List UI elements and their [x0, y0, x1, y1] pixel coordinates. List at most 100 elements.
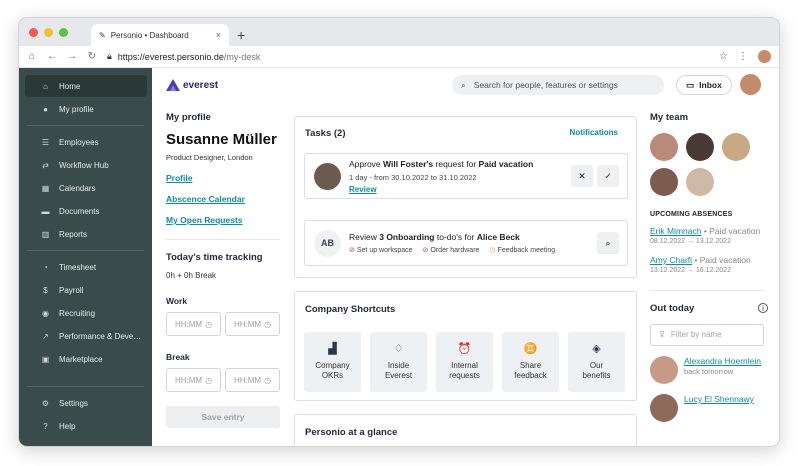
sidebar: ⌂ Home ● My profile ☰ Employees ⇄ Workflow Hub ▦…	[19, 68, 152, 446]
sidebar-item-workflow-hub[interactable]: ⇄ Workflow Hub	[25, 154, 147, 176]
person-icon: ●	[43, 104, 48, 114]
sidebar-item-calendars[interactable]: ▦ Calendars	[25, 177, 147, 199]
alice-beck-avatar: AB	[314, 229, 341, 257]
clock-icon: ◷	[264, 319, 272, 329]
home-icon: ⌂	[43, 81, 48, 91]
global-search[interactable]: ⌕ Search for people, features or setting…	[452, 75, 664, 95]
reload-icon[interactable]: ↻	[87, 51, 97, 62]
sidebar-item-settings[interactable]: ⚙ Settings	[25, 392, 147, 414]
close-window-button[interactable]	[29, 28, 38, 37]
alert-icon: ⊘	[349, 247, 355, 254]
inbox-button[interactable]: ▭ Inbox	[676, 75, 732, 95]
profile-heading: My profile	[166, 112, 211, 123]
inbox-label: Inbox	[699, 80, 722, 90]
sidebar-item-performance-deve[interactable]: ↗ Performance & Deve…	[25, 325, 147, 347]
browser-menu-icon[interactable]: ⋮	[738, 51, 748, 62]
maximize-window-button[interactable]	[59, 28, 68, 37]
sidebar-item-my-profile[interactable]: ● My profile	[25, 98, 147, 120]
team-member-avatar[interactable]	[650, 133, 678, 161]
view-todos-button[interactable]: ⌕	[597, 232, 619, 254]
shortcut-label-line2: OKRs	[321, 371, 344, 381]
everest-logo[interactable]: everest	[166, 79, 218, 91]
filter-icon: ⊽	[659, 330, 665, 340]
sidebar-item-label: Payroll	[59, 285, 84, 295]
filter-placeholder: Filter by name	[670, 330, 722, 340]
filter-by-name-input[interactable]: ⊽ Filter by name	[650, 323, 764, 346]
team-member-avatar[interactable]	[650, 168, 678, 196]
browser-profile-avatar[interactable]	[758, 50, 771, 63]
tab-close-icon[interactable]: ×	[216, 30, 221, 40]
team-member-avatar[interactable]	[686, 133, 714, 161]
sidebar-item-timesheet[interactable]: ◔ Timesheet	[25, 256, 147, 278]
task1-mid: request for	[433, 158, 479, 169]
performance-icon: ↗	[42, 331, 49, 341]
shortcut-inside-everest[interactable]: ♢ Inside Everest	[370, 332, 427, 392]
check-icon: ✓	[604, 170, 612, 181]
new-tab-button[interactable]: +	[237, 27, 245, 43]
divider	[166, 239, 280, 240]
people-icon: ☰	[41, 137, 50, 147]
work-end-input[interactable]: HH:MM ◷	[225, 312, 280, 336]
out-today-person: Alexandra Hoernlein back tomorrow	[650, 355, 768, 384]
upcoming-absences-heading: UPCOMING ABSENCES	[650, 211, 733, 218]
save-entry-button[interactable]: Save entry	[166, 406, 280, 428]
work-start-input[interactable]: HH:MM ◷	[166, 312, 221, 336]
person-avatar[interactable]	[650, 355, 678, 384]
forward-icon[interactable]: →	[67, 51, 77, 62]
break-end-input[interactable]: HH:MM ◷	[225, 368, 280, 392]
sidebar-item-reports[interactable]: ▥ Reports	[25, 223, 147, 245]
tab-title: Personio • Dashboard	[110, 30, 189, 40]
shortcut-our-benefits[interactable]: ◈ Our benefits	[568, 332, 625, 392]
notifications-link[interactable]: Notifications	[570, 128, 618, 139]
shortcut-internal-requests[interactable]: ⏰ Internal requests	[436, 332, 493, 392]
todo-chip-label: Feedback meeting	[497, 247, 556, 254]
open-requests-link[interactable]: My Open Requests	[166, 215, 286, 225]
personio-glance-card: Personio at a glance	[294, 414, 637, 446]
person-avatar[interactable]	[650, 393, 678, 422]
break-start-input[interactable]: HH:MM ◷	[166, 368, 221, 392]
user-avatar[interactable]	[740, 74, 761, 95]
sidebar-item-marketplace[interactable]: ▣ Marketplace	[25, 348, 147, 370]
sidebar-item-recruiting[interactable]: ◉ Recruiting	[25, 302, 147, 324]
person-name-link[interactable]: Lucy El Shennawy	[684, 394, 754, 405]
sidebar-item-label: Documents	[59, 206, 100, 216]
shortcut-share-feedback[interactable]: ♊ Share feedback	[502, 332, 559, 392]
address-field[interactable]: 🔒︎ https://everest.personio.de/my-desk	[107, 51, 709, 62]
sidebar-item-payroll[interactable]: $ Payroll	[25, 279, 147, 301]
sidebar-item-home[interactable]: ⌂ Home	[25, 75, 147, 97]
sidebar-item-help[interactable]: ? Help	[25, 415, 147, 437]
absence-calendar-link[interactable]: Abscence Calendar	[166, 194, 286, 204]
calendar-icon: ▦	[41, 183, 50, 193]
sidebar-item-documents[interactable]: ▬ Documents	[25, 200, 147, 222]
absence-person-link[interactable]: Amy Charfi	[650, 255, 692, 265]
sidebar-item-employees[interactable]: ☰ Employees	[25, 131, 147, 153]
bookmark-star-icon[interactable]: ☆	[719, 51, 728, 62]
history-icon[interactable]: ⌂	[27, 51, 37, 62]
team-member-avatar[interactable]	[686, 168, 714, 196]
profile-link[interactable]: Profile	[166, 173, 286, 183]
task2-mid: to-do's for	[434, 232, 477, 242]
absence-person-link[interactable]: Erik Mimnach	[650, 226, 701, 236]
team-member-avatar[interactable]	[722, 133, 750, 161]
reject-button[interactable]: ✕	[571, 165, 593, 187]
break-end-placeholder: HH:MM	[233, 375, 262, 385]
url-bar: ⌂ ← → ↻ 🔒︎ https://everest.personio.de/m…	[19, 46, 779, 68]
shortcut-company-okrs[interactable]: ▟ Company OKRs	[304, 332, 361, 392]
shortcut-label-line1: Inside	[387, 360, 410, 370]
person-name-link[interactable]: Alexandra Hoernlein	[684, 356, 761, 367]
search-icon: ⌕	[605, 237, 611, 248]
search-input[interactable]: Search for people, features or settings	[474, 80, 618, 90]
absence-type: • Paid vacation	[692, 254, 751, 265]
info-icon[interactable]: i	[758, 303, 768, 314]
browser-tab[interactable]: ✎ Personio • Dashboard ×	[91, 24, 229, 46]
absence-dates: 13.12.2022 → 16.12.2022	[650, 267, 731, 275]
minimize-window-button[interactable]	[44, 28, 53, 37]
back-icon[interactable]: ←	[47, 51, 57, 62]
out-today-person: Lucy El Shennawy	[650, 393, 768, 422]
approve-button[interactable]: ✓	[597, 165, 619, 187]
profile-panel: My profile Susanne Müller Product Design…	[166, 112, 286, 428]
todo-chip-label: Order hardware	[430, 247, 480, 254]
task1-person: Will Foster's	[383, 158, 434, 169]
review-link[interactable]: Review	[349, 185, 377, 194]
team-panel: My team UPCOMING ABSENCES Erik Mimnach •…	[650, 112, 768, 422]
